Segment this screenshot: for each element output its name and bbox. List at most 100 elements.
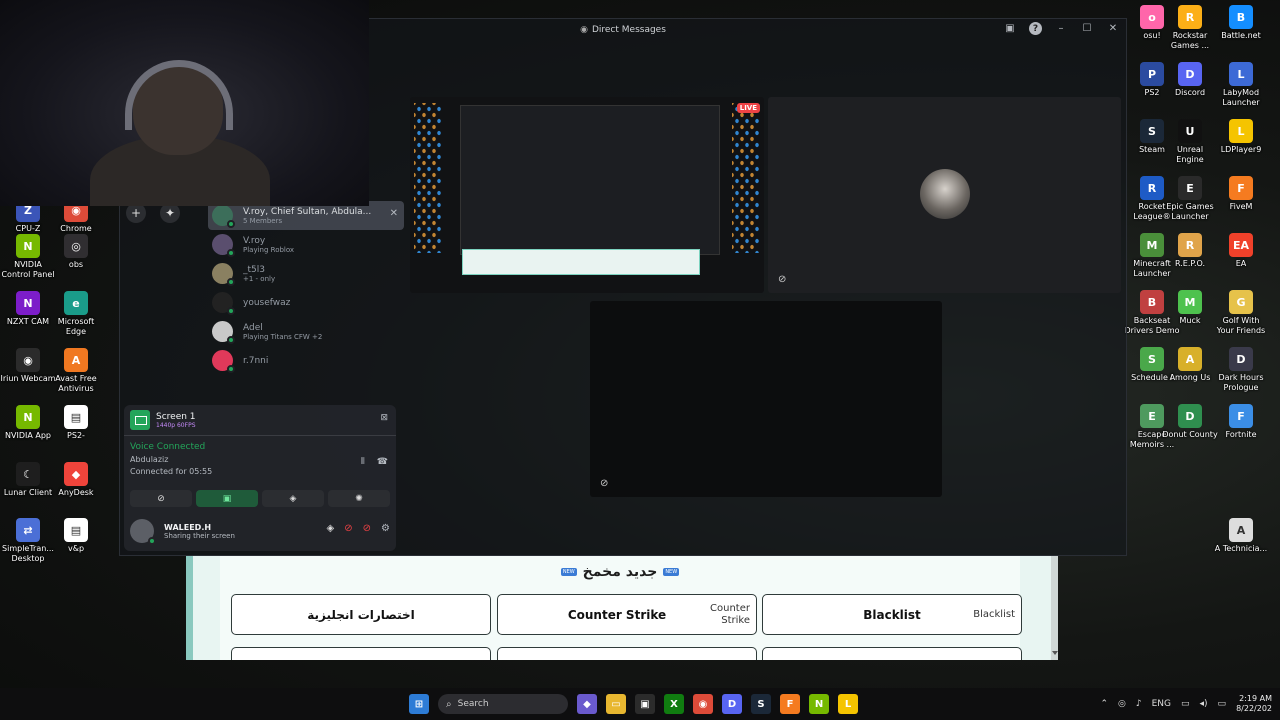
desktop-icon[interactable]: U Unreal Engine [1162,119,1218,165]
dm-list-item[interactable]: r.7nni [208,346,404,375]
gamepad-icon[interactable]: ◈ [327,523,335,534]
desktop-icon-label: PS2- [67,431,85,440]
desktop-icon[interactable]: D Donut County [1162,404,1218,440]
deafen-icon[interactable]: ⊘ [363,523,371,534]
mute-icon[interactable]: ⊘ [344,523,352,534]
battery-icon[interactable]: ▭ [1218,699,1227,709]
volume-icon[interactable]: ◂) [1200,699,1208,709]
display-icon[interactable]: ▭ [1181,699,1190,709]
help-icon[interactable]: ? [1029,22,1042,35]
desktop-icon-label: Donut County [1162,430,1218,439]
avatar[interactable] [130,519,156,545]
xbox-icon[interactable]: X [664,694,684,714]
minimize-button[interactable]: – [1054,23,1068,34]
dm-list-item[interactable]: _t5l3 +1 - only [208,259,404,288]
avatar [212,350,235,373]
desktop-icon[interactable]: ▤ PS2- [48,405,104,441]
soundboard-button[interactable]: ✺ [328,490,390,507]
desktop-icon-label: Unreal Engine [1176,145,1204,164]
clock[interactable]: 2:19 AM 8/22/202 [1236,694,1272,714]
desktop-icon-label: LDPlayer9 [1220,145,1262,154]
desktop-icon[interactable]: R R.E.P.O. [1162,233,1218,269]
voice-channel[interactable]: Abdulaziz [130,455,168,464]
avatar [212,292,235,315]
dm-list-item[interactable]: yousefwaz [208,288,404,317]
gear-icon[interactable]: ⚙ [381,523,390,534]
desktop-icon[interactable]: M Muck [1162,290,1218,326]
desktop-icon[interactable]: A Avast Free Antivirus [48,348,104,394]
avatar [212,263,235,286]
inbox-icon[interactable]: ▣ [1003,23,1017,34]
explore-icon[interactable]: ✦ [160,203,180,223]
maximize-button[interactable]: ☐ [1080,23,1094,34]
search-input[interactable]: ⌕ Search [438,694,568,714]
desktop-icon-label: AnyDesk [58,488,94,497]
language-indicator[interactable]: ENG [1152,699,1171,709]
site-card[interactable]: Blacklist Blacklist [762,594,1022,635]
desktop-icon[interactable]: A Among Us [1162,347,1218,383]
site-card[interactable] [231,647,491,660]
scrollbar[interactable] [1051,556,1058,660]
mic-icon[interactable]: ♪ [1136,699,1142,709]
desktop-icon[interactable]: D Dark Hours Prologue [1213,347,1269,393]
stream-tile-empty[interactable]: ⊘ [590,301,942,497]
fivem-icon[interactable]: F [780,694,800,714]
noise-suppression-icon[interactable]: ⦀ [361,457,365,467]
app-icon: M [1140,233,1164,257]
site-card[interactable] [497,647,757,660]
stop-stream-icon[interactable]: ⊠ [380,413,388,423]
stream-tile-screen[interactable]: LIVE [410,97,764,293]
close-button[interactable]: ✕ [1106,23,1120,34]
desktop-icon[interactable]: G Golf With Your Friends [1213,290,1269,336]
desktop-icon[interactable]: ▤ v&p [48,518,104,554]
desktop-icon-label: Chrome [60,224,92,233]
desktop-icon[interactable]: e Microsoft Edge [48,291,104,337]
desktop-icon[interactable]: A A Technicia... [1213,518,1269,554]
website-panel: NEW جديد مخمخ NEW اختصارات انجليزية Coun… [186,556,1058,660]
network-icon[interactable]: ◎ [1118,699,1126,709]
chrome-icon[interactable]: ◉ [693,694,713,714]
desktop-icon[interactable]: L LabyMod Launcher [1213,62,1269,108]
ldplayer-icon[interactable]: L [838,694,858,714]
close-icon[interactable]: ✕ [390,208,398,219]
desktop-icon[interactable]: F FiveM [1213,176,1269,212]
desktop-icon[interactable]: D Discord [1162,62,1218,98]
site-card[interactable] [762,647,1022,660]
desktop-icon-label: Microsoft Edge [57,317,95,336]
copilot-icon[interactable]: ◆ [577,694,597,714]
camera-off-button[interactable]: ⊘ [130,490,192,507]
new-badge: NEW [663,568,680,576]
chevron-up-icon[interactable]: ⌃ [1100,699,1108,709]
desktop-icon[interactable]: F Fortnite [1213,404,1269,440]
dm-list-item[interactable]: Adel Playing Titans CFW +2 [208,317,404,346]
add-server-button[interactable]: + [126,203,146,223]
start-icon[interactable]: ⊞ [409,694,429,714]
desktop-icon[interactable]: ◆ AnyDesk [48,462,104,498]
voice-status[interactable]: Voice Connected [130,442,205,452]
disconnect-icon[interactable]: ☎ [377,457,388,467]
desktop-icon[interactable]: L LDPlayer9 [1213,119,1269,155]
desktop-icon[interactable]: E Epic Games Launcher [1162,176,1218,222]
site-card[interactable]: Counter Strike Counter Strike [497,594,757,635]
stream-title: Screen 1 [156,411,196,422]
dm-list-item[interactable]: V.roy Playing Roblox [208,230,404,259]
discord-icon[interactable]: D [722,694,742,714]
activities-button[interactable]: ◈ [262,490,324,507]
store-icon[interactable]: ▣ [635,694,655,714]
file-explorer-icon[interactable]: ▭ [606,694,626,714]
app-icon: M [1178,290,1202,314]
site-card[interactable]: اختصارات انجليزية [231,594,491,635]
desktop-icon[interactable]: ◎ obs [48,234,104,270]
app-icon: F [1229,404,1253,428]
nvidia-icon[interactable]: N [809,694,829,714]
desktop-icon-label: Among Us [1169,373,1211,382]
app-icon: R [1140,176,1164,200]
stream-tile-user[interactable]: ⊘ [768,97,1121,293]
app-icon: D [1178,62,1202,86]
steam-icon[interactable]: S [751,694,771,714]
desktop-icon[interactable]: B Battle.net [1213,5,1269,41]
desktop-icon[interactable]: EA EA [1213,233,1269,269]
screen-share-button[interactable]: ▣ [196,490,258,507]
online-status-icon [227,365,235,373]
desktop-icon[interactable]: R Rockstar Games ... [1162,5,1218,51]
